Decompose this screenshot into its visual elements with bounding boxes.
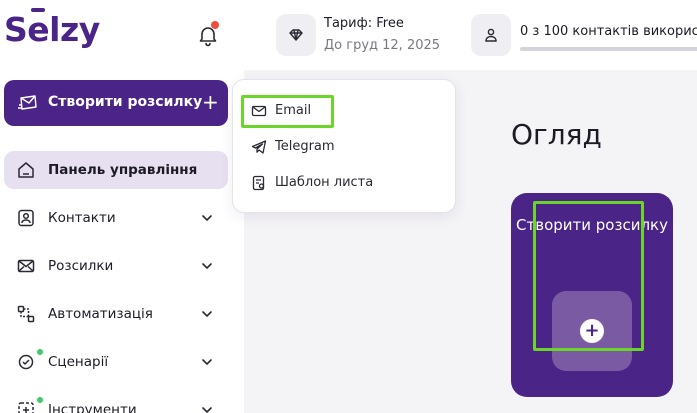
sidebar-item-tools[interactable]: Інструменти: [4, 391, 228, 413]
sidebar-item-dashboard[interactable]: Панель управління: [4, 151, 228, 189]
diamond-icon: [276, 14, 316, 56]
dropdown-item-label: Telegram: [275, 139, 335, 154]
sidebar-item-contacts[interactable]: Контакти: [4, 199, 228, 237]
dropdown-item-label: Шаблон листа: [275, 175, 374, 190]
create-campaign-label: Створити розсилку: [48, 94, 203, 110]
create-campaign-card-button[interactable]: +: [552, 291, 632, 371]
chevron-down-icon: [202, 263, 212, 270]
sidebar-item-label: Контакти: [48, 210, 116, 226]
dropdown-item-label: Email: [275, 103, 312, 118]
contacts-usage-bar: [520, 47, 697, 51]
contacts-usage-text: 0 з 100 контактів використано: [520, 24, 697, 39]
user-icon: [471, 14, 511, 56]
contacts-usage-widget[interactable]: 0 з 100 контактів використано: [471, 14, 697, 58]
plus-icon: +: [580, 319, 604, 343]
chevron-down-icon: [202, 215, 212, 222]
create-campaign-button[interactable]: Створити розсилку +: [4, 80, 228, 126]
plan-title: Тариф: Free: [324, 16, 404, 31]
telegram-icon: [251, 140, 267, 154]
plus-icon: +: [202, 90, 219, 114]
new-badge-dot: [36, 348, 44, 356]
dropdown-item-template[interactable]: Шаблон листа: [247, 170, 447, 196]
envelope-icon: [251, 105, 267, 117]
automation-icon: [17, 305, 35, 323]
page-title: Огляд: [511, 118, 602, 151]
sidebar-item-campaigns[interactable]: Розсилки: [4, 247, 228, 285]
dropdown-item-email[interactable]: Email: [247, 98, 447, 124]
top-bar: Se lzy Тариф: Free До груд 12, 2025 0 з 1…: [0, 0, 697, 70]
sidebar-item-label: Панель управління: [48, 162, 198, 178]
sidebar: Створити розсилку + Панель управління Ко…: [0, 70, 244, 413]
template-icon: [252, 175, 265, 191]
sidebar-item-label: Автоматизація: [48, 306, 153, 322]
new-badge-dot: [36, 396, 44, 404]
scenario-icon: [18, 354, 34, 370]
notification-dot: [211, 21, 219, 29]
create-campaign-card[interactable]: Створити розсилку +: [511, 193, 673, 397]
sidebar-item-label: Розсилки: [48, 258, 114, 274]
sidebar-item-label: Інструменти: [48, 402, 137, 413]
mail-send-icon: [18, 95, 37, 110]
sidebar-item-automation[interactable]: Автоматизація: [4, 295, 228, 333]
chevron-down-icon: [202, 359, 212, 366]
chevron-down-icon: [202, 407, 212, 413]
home-icon: [18, 162, 34, 178]
sidebar-item-label: Сценарії: [48, 354, 109, 370]
tools-icon: [18, 402, 34, 413]
selzy-logo[interactable]: Se lzy: [4, 8, 100, 49]
contacts-icon: [18, 209, 34, 227]
sidebar-item-scenarios[interactable]: Сценарії: [4, 343, 228, 381]
plan-expiry-date: До груд 12, 2025: [324, 38, 441, 53]
mail-icon: [17, 259, 35, 273]
create-campaign-dropdown: Email Telegram Шаблон листа: [232, 79, 456, 213]
dropdown-item-telegram[interactable]: Telegram: [247, 134, 447, 160]
chevron-down-icon: [202, 311, 212, 318]
create-campaign-card-label: Створити розсилку: [516, 216, 668, 234]
